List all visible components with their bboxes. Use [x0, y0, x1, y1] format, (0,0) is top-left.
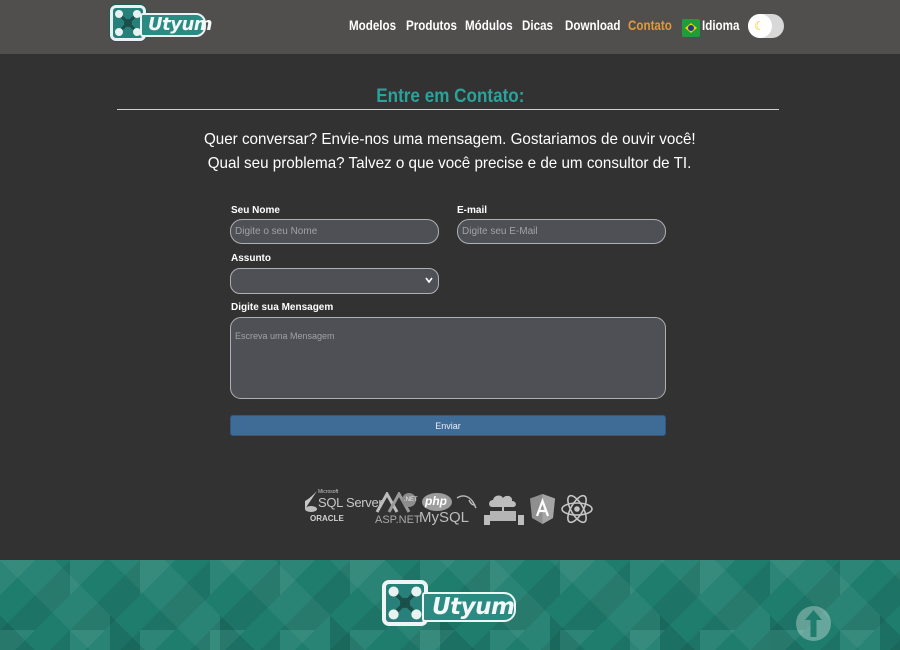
subject-select[interactable]	[230, 268, 439, 294]
email-label: E-mail	[457, 205, 488, 216]
send-button[interactable]: Enviar	[230, 415, 666, 436]
dotnet-text: .NET	[404, 497, 418, 503]
site-logo[interactable]: Utyum	[110, 5, 213, 43]
php-text: php	[425, 494, 447, 508]
message-textarea[interactable]	[230, 317, 666, 399]
back-to-top-button[interactable]	[796, 606, 831, 641]
oracle-icon: ORACLE	[310, 514, 344, 523]
name-label: Seu Nome	[231, 205, 280, 216]
footer-logo-wordmark: Utyum	[422, 592, 516, 622]
name-input[interactable]	[230, 219, 439, 244]
nav-item-download[interactable]: Download	[565, 18, 620, 33]
footer-logo[interactable]: Utyum	[382, 580, 516, 628]
nav-item-modulos[interactable]: Módulos	[465, 18, 513, 33]
logo-wordmark: Utyum	[140, 13, 213, 37]
nav-item-modelos[interactable]: Modelos	[349, 18, 396, 33]
title-divider	[117, 109, 779, 110]
moon-icon: ☾	[754, 19, 765, 33]
site-footer: Utyum	[0, 560, 900, 650]
intro-line-1: Quer conversar? Envie-nos uma mensagem. …	[204, 131, 696, 148]
intro-line-2: Qual seu problema? Talvez o que você pre…	[208, 155, 692, 172]
language-menu[interactable]: Idioma	[702, 18, 739, 33]
arrow-up-icon	[805, 610, 822, 637]
brazil-flag-icon[interactable]	[682, 19, 700, 37]
page-title: Entre em Contato:	[375, 86, 525, 107]
nav-item-dicas[interactable]: Dicas	[522, 18, 553, 33]
message-label: Digite sua Mensagem	[231, 302, 334, 313]
top-navbar: Utyum Modelos Produtos Módulos Dicas Dow…	[0, 0, 900, 54]
aspnet-text: ASP.NET	[375, 514, 421, 526]
nav-item-produtos[interactable]: Produtos	[406, 18, 457, 33]
theme-toggle[interactable]: ☾	[748, 14, 784, 38]
subject-label: Assunto	[231, 253, 271, 264]
email-input[interactable]	[457, 219, 666, 244]
chevron-down-icon	[424, 275, 434, 288]
nav-item-contato[interactable]: Contato	[628, 18, 672, 33]
sqlserver-logo-text: SQL Server	[318, 495, 383, 510]
